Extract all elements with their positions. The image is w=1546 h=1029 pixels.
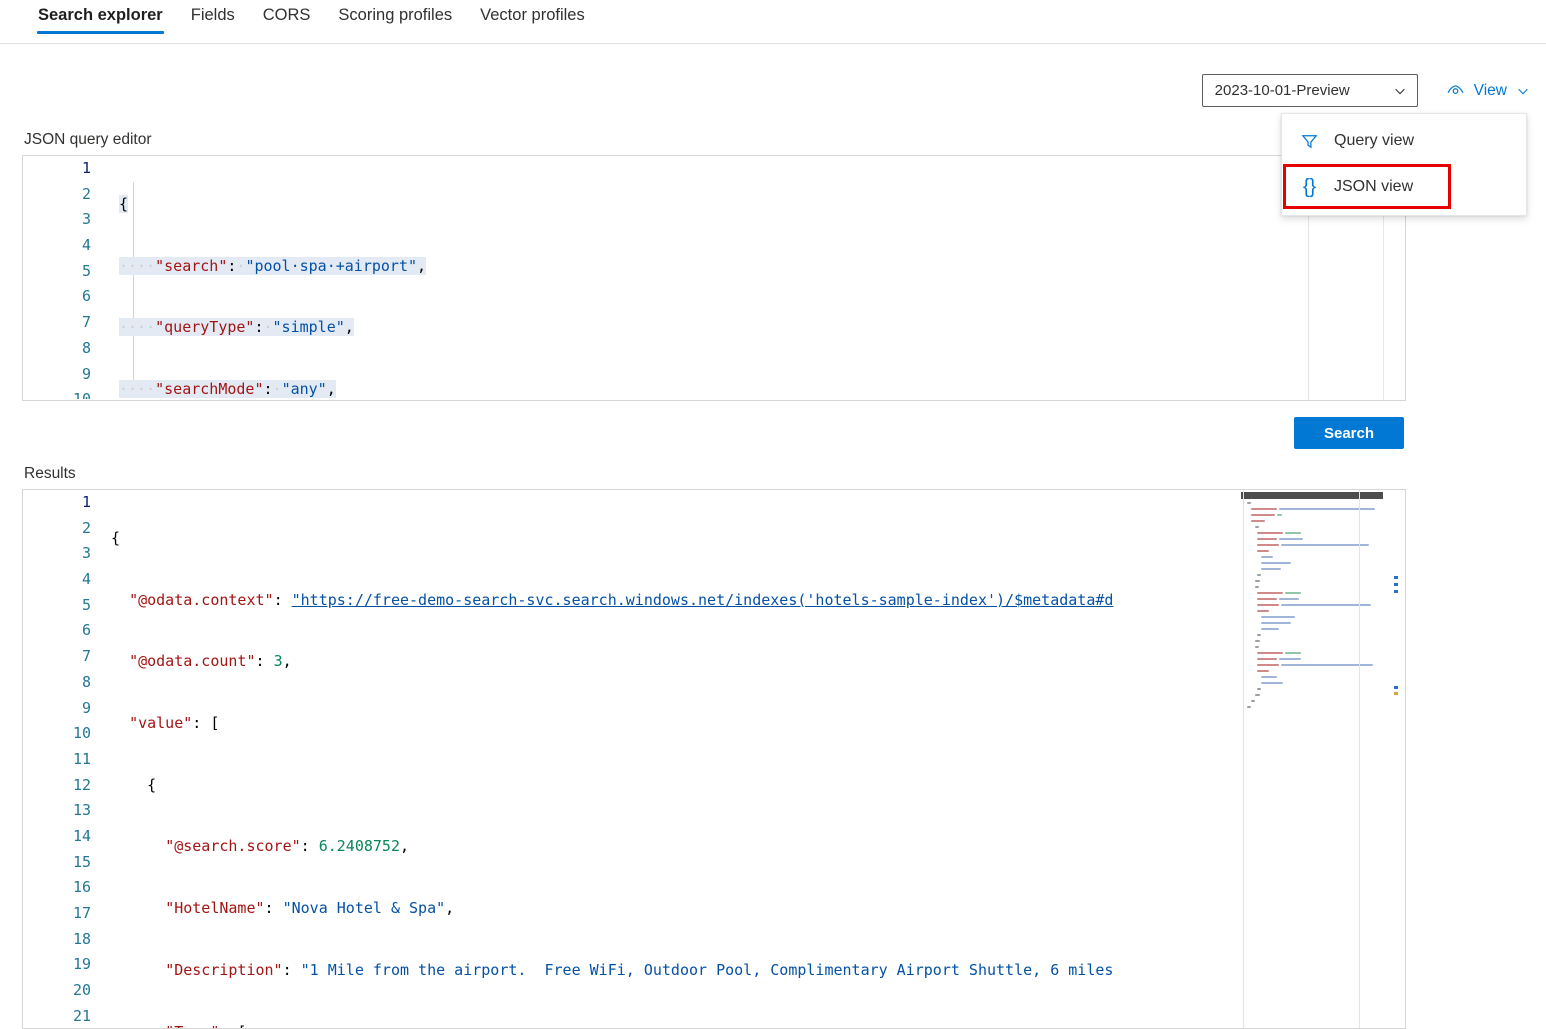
line-number: 6 [81,621,91,640]
query-editor-code[interactable]: { ····"search":·"pool·spa·+airport", ···… [119,156,1405,400]
line-number: 7 [81,313,91,332]
results-overview-ruler[interactable] [1391,490,1405,1028]
line-number: 11 [72,749,91,768]
odata-context-link[interactable]: "https://free-demo-search-svc.search.win… [292,591,1114,609]
tab-label: CORS [262,6,311,24]
view-button[interactable]: View [1440,77,1536,104]
code-line: "value": [ [129,714,220,733]
code-line: "@odata.count": 3, [129,652,292,671]
tab-label: Scoring profiles [338,6,453,24]
code-line: "HotelName": "Nova Hotel & Spa", [165,899,455,918]
code-line: ····"search":·"pool·spa·+airport", [119,256,427,275]
line-number: 3 [81,210,91,229]
results-line-numbers: 1 2 3 4 5 6 7 8 9 10 11 12 13 14 15 16 1… [23,490,105,1028]
line-number: 5 [81,261,91,280]
line-number: 1 [81,159,91,177]
search-button[interactable]: Search [1294,417,1404,449]
code-line: { [147,775,157,794]
line-number: 13 [72,801,91,820]
line-number: 10 [72,724,91,743]
code-line: "Tags": [ [111,1020,1405,1029]
tab-cors[interactable]: CORS [249,0,325,43]
line-number: 8 [81,672,91,691]
menu-item-json-view[interactable]: { } JSON view [1282,164,1526,210]
code-line: "Description": "1 Mile from the airport.… [165,960,1114,979]
line-number: 6 [81,287,91,306]
line-number: 21 [72,1006,91,1025]
eye-icon [1446,81,1465,100]
tab-bar: Search explorer Fields CORS Scoring prof… [0,0,1546,44]
tab-vector-profiles[interactable]: Vector profiles [466,0,599,43]
menu-item-label: JSON view [1334,178,1414,195]
line-number: 10 [72,390,91,400]
view-dropdown-menu: Query view { } JSON view [1281,113,1527,216]
braces-icon: { } [1302,175,1316,198]
line-number: 7 [81,647,91,666]
code-line: { [119,195,129,213]
line-number: 19 [72,955,91,974]
line-number: 5 [81,595,91,614]
line-number: 3 [81,544,91,563]
line-number: 17 [72,904,91,922]
results-code[interactable]: { "@odata.context": "https://free-demo-s… [111,490,1405,1028]
tab-search-explorer[interactable]: Search explorer [24,0,177,43]
line-number: 8 [81,338,91,357]
minimap-slider [1241,492,1383,499]
chevron-down-icon [1516,84,1530,98]
tab-label: Fields [190,6,235,24]
tab-label: Vector profiles [480,6,585,24]
query-editor-line-numbers: 1 2 3 4 5 6 7 8 9 10 [23,156,105,400]
line-number: 20 [72,981,91,1000]
chevron-down-icon [1393,84,1407,98]
menu-item-query-view[interactable]: Query view [1282,118,1526,164]
tab-label: Search explorer [38,6,163,24]
line-number: 1 [81,493,91,511]
line-number: 2 [81,518,91,537]
line-number: 18 [72,929,91,948]
editor-toolbar: 2023-10-01-Preview View [1201,74,1536,107]
line-number: 4 [81,570,91,589]
line-number: 14 [72,826,91,845]
api-version-dropdown[interactable]: 2023-10-01-Preview [1201,74,1418,107]
menu-item-label: Query view [1334,132,1415,149]
code-line: "@odata.context": "https://free-demo-sea… [129,590,1114,609]
line-number: 2 [81,184,91,203]
results-editor[interactable]: 1 2 3 4 5 6 7 8 9 10 11 12 13 14 15 16 1… [22,489,1406,1029]
code-line: { [111,529,121,547]
results-label: Results [24,465,76,482]
tab-fields[interactable]: Fields [177,0,249,43]
view-button-label: View [1473,81,1507,99]
tab-scoring-profiles[interactable]: Scoring profiles [324,0,466,43]
line-number: 15 [72,852,91,871]
line-number: 4 [81,236,91,255]
code-line: ····"searchMode":·"any", [119,380,336,399]
code-line: ····"queryType":·"simple", [119,318,354,337]
line-number: 16 [72,878,91,897]
api-version-value: 2023-10-01-Preview [1214,82,1350,99]
json-query-editor-label: JSON query editor [24,131,152,148]
line-number: 12 [72,775,91,794]
code-line: "@search.score": 6.2408752, [165,837,410,856]
line-number: 9 [81,364,91,383]
filter-icon [1298,132,1320,151]
line-number: 9 [81,698,91,717]
results-editor-divider [1243,490,1244,1028]
json-query-editor[interactable]: 1 2 3 4 5 6 7 8 9 10 { ····"search":·"po… [22,155,1406,401]
results-minimap[interactable] [1241,490,1383,1028]
